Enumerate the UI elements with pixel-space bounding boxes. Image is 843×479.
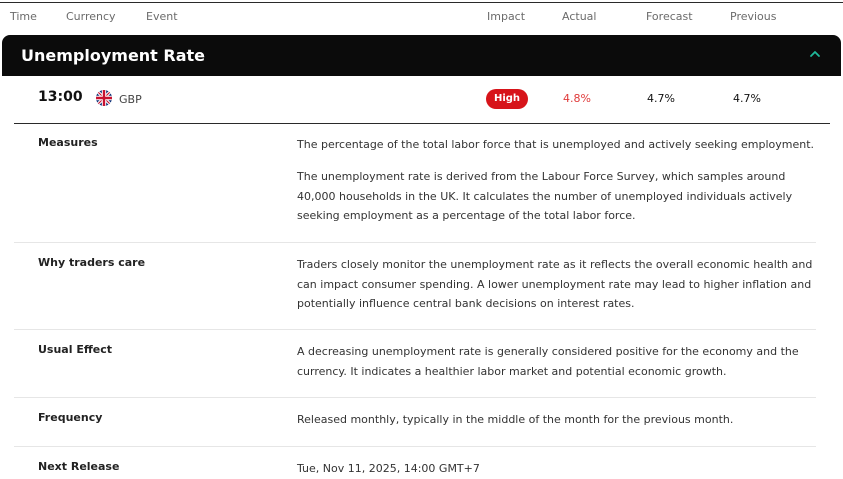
detail-label: Next Release: [38, 460, 120, 473]
row-divider: [14, 123, 830, 124]
detail-separator: [14, 397, 816, 398]
detail-text: Tue, Nov 11, 2025, 14:00 GMT+7: [297, 462, 480, 475]
detail-text: Traders closely monitor the unemployment…: [297, 258, 813, 310]
col-time: Time: [10, 10, 37, 23]
impact-badge: High: [486, 89, 528, 109]
detail-label: Frequency: [38, 411, 103, 424]
actual-value: 4.8%: [563, 92, 591, 105]
col-impact: Impact: [487, 10, 526, 23]
top-border: [0, 2, 843, 3]
event-row: 13:00 GBP High 4.8% 4.7% 4.7%: [0, 76, 843, 124]
detail-text: The unemployment rate is derived from th…: [297, 170, 793, 222]
detail-separator: [14, 242, 816, 243]
detail-text: The percentage of the total labor force …: [297, 138, 815, 151]
event-time: 13:00: [38, 89, 83, 105]
event-title: Unemployment Rate: [21, 46, 206, 65]
detail-label: Measures: [38, 136, 98, 149]
uk-flag-icon: [96, 90, 112, 106]
detail-label: Usual Effect: [38, 343, 112, 356]
col-event: Event: [146, 10, 178, 23]
detail-separator: [14, 329, 816, 330]
detail-label: Why traders care: [38, 256, 146, 269]
col-actual: Actual: [562, 10, 597, 23]
forecast-value: 4.7%: [647, 92, 675, 105]
col-forecast: Forecast: [646, 10, 693, 23]
detail-separator: [14, 446, 816, 447]
chevron-up-icon[interactable]: [808, 47, 822, 61]
previous-value: 4.7%: [733, 92, 761, 105]
detail-text: A decreasing unemployment rate is genera…: [297, 345, 799, 378]
currency-code: GBP: [119, 93, 142, 106]
event-header[interactable]: Unemployment Rate: [2, 35, 841, 76]
detail-text: Released monthly, typically in the middl…: [297, 413, 734, 426]
col-currency: Currency: [66, 10, 116, 23]
col-previous: Previous: [730, 10, 777, 23]
